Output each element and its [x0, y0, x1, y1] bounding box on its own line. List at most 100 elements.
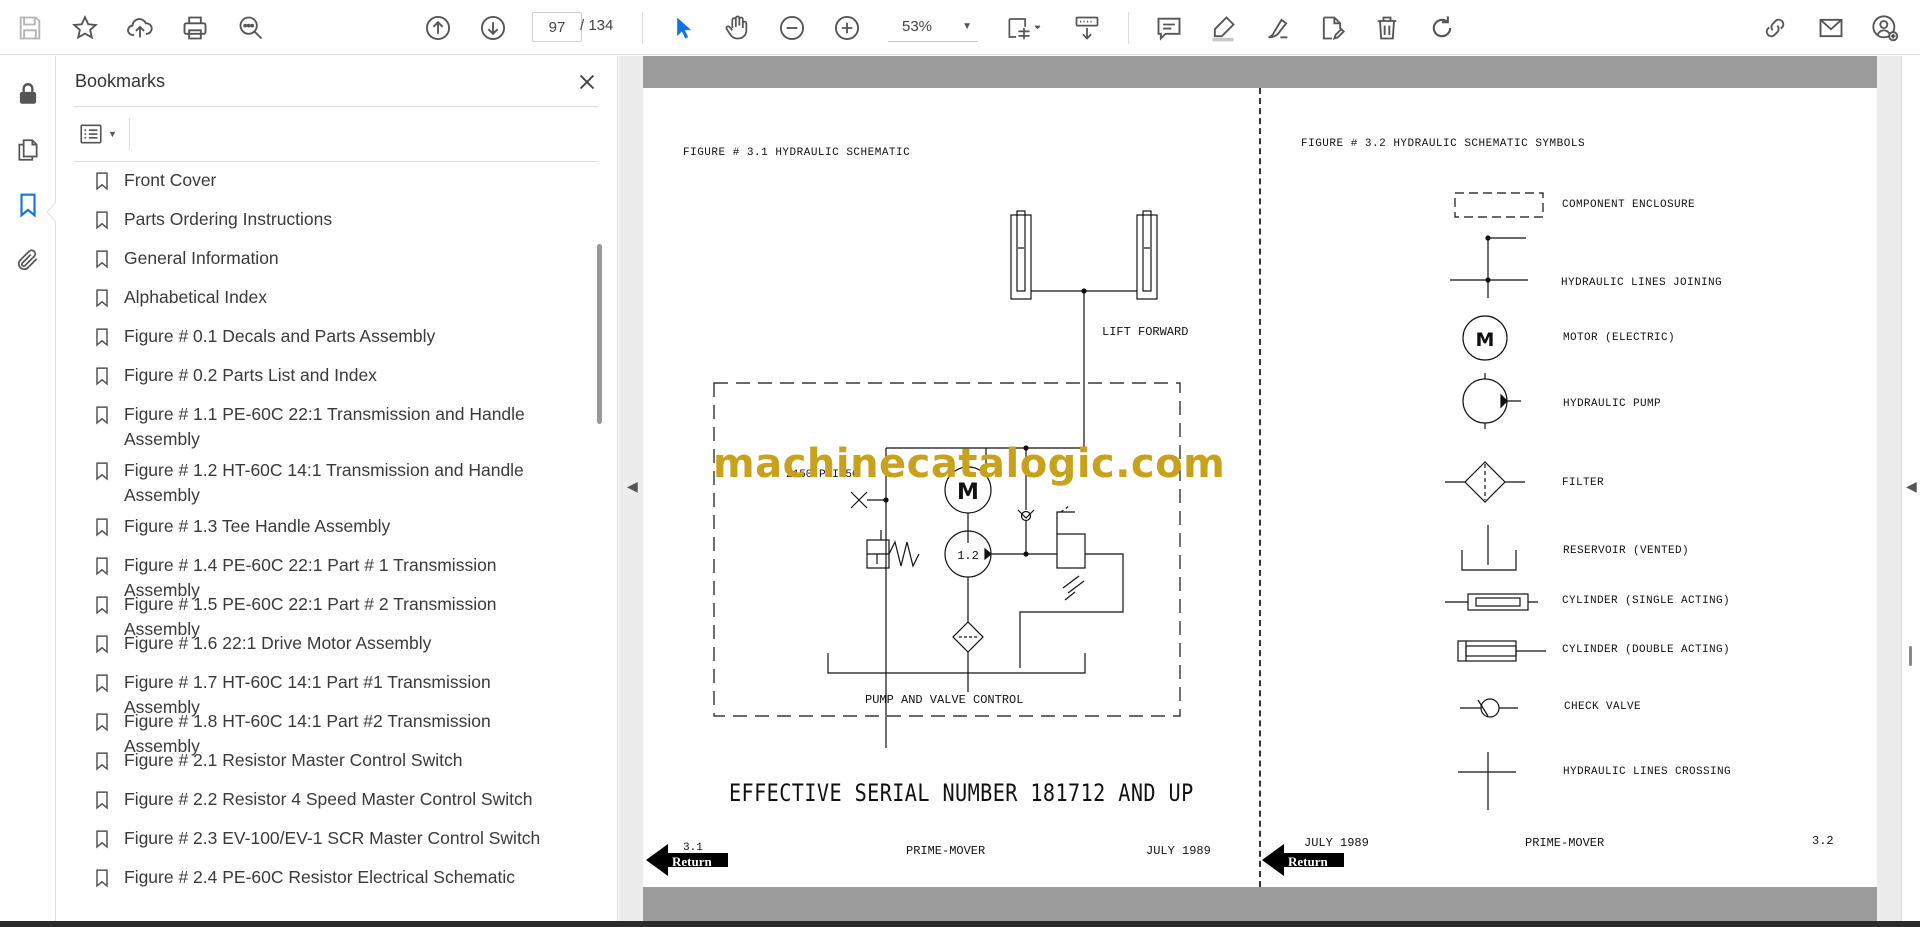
bookmark-item[interactable]: Figure # 2.4 PE-60C Resistor Electrical …	[86, 865, 556, 894]
attachment-icon[interactable]	[10, 242, 46, 278]
bookmark-options-button[interactable]: ▼	[74, 116, 124, 152]
close-icon[interactable]	[571, 66, 603, 98]
bookmark-icon	[86, 458, 124, 508]
collapse-left-panel-icon[interactable]: ◀	[627, 478, 638, 495]
divider	[129, 118, 130, 150]
previous-page-icon[interactable]	[419, 9, 457, 47]
bookmark-item[interactable]: General Information	[86, 246, 556, 275]
bookmark-label: Alphabetical Index	[124, 287, 268, 307]
symbol-label: HYDRAULIC LINES CROSSING	[1563, 766, 1732, 778]
bookmark-icon	[86, 748, 124, 777]
symbol-label: FILTER	[1562, 477, 1605, 489]
pump-label: 1.2	[957, 549, 979, 563]
bookmark-item[interactable]: Alphabetical Index	[86, 285, 556, 314]
divider	[74, 161, 598, 162]
select-tool-icon[interactable]	[664, 9, 702, 47]
bookmark-icon	[86, 363, 124, 392]
symbol-label: COMPONENT ENCLOSURE	[1562, 199, 1696, 211]
bookmark-item[interactable]: Figure # 0.1 Decals and Parts Assembly	[86, 324, 556, 353]
lock-icon[interactable]	[10, 76, 46, 112]
zoom-in-icon[interactable]	[828, 9, 866, 47]
scrollbar-thumb[interactable]	[597, 244, 602, 424]
bookmark-label: Figure # 2.1 Resistor Master Control Swi…	[124, 750, 463, 770]
scroll-mode-icon[interactable]	[1067, 9, 1107, 47]
comment-icon[interactable]	[1150, 9, 1188, 47]
bookmark-icon	[86, 514, 124, 543]
pump-valve-control-label: PUMP AND VALVE CONTROL	[865, 693, 1023, 707]
symbol-label: CYLINDER (DOUBLE ACTING)	[1562, 644, 1731, 656]
list-options-icon	[80, 124, 102, 144]
delete-trash-icon[interactable]	[1368, 9, 1406, 47]
bookmark-icon	[86, 285, 124, 314]
scrollbar[interactable]	[593, 191, 605, 911]
navigation-rail	[0, 56, 57, 927]
bookmarks-panel: Bookmarks ▼ Front Cover Parts Ordering In…	[56, 56, 618, 927]
bookmark-item[interactable]: Figure # 2.1 Resistor Master Control Swi…	[86, 748, 556, 777]
hydraulic-schematic-diagram: LIFT FORWARD 2150 PSI+50 M 1.2 PUMP AND …	[713, 210, 1188, 748]
page-divider	[1259, 88, 1261, 887]
lift-cylinder-left	[1010, 210, 1032, 300]
user-add-icon[interactable]	[1866, 9, 1904, 47]
highlight-icon[interactable]	[1204, 9, 1242, 47]
email-icon[interactable]	[1812, 9, 1850, 47]
share-link-icon[interactable]	[1756, 9, 1794, 47]
bookmark-icon	[86, 631, 124, 660]
bookmark-label: Figure # 2.3 EV-100/EV-1 SCR Master Cont…	[124, 828, 541, 848]
bookmark-icon	[86, 402, 124, 452]
upload-cloud-icon[interactable]	[121, 9, 159, 47]
draw-pen-icon[interactable]	[1259, 9, 1297, 47]
lift-cylinder-right	[1136, 210, 1158, 300]
bookmark-item[interactable]: Figure # 0.2 Parts List and Index	[86, 363, 556, 392]
bookmark-item[interactable]: Figure # 2.3 EV-100/EV-1 SCR Master Cont…	[86, 826, 556, 855]
figure-title: FIGURE # 3.2 HYDRAULIC SCHEMATIC SYMBOLS	[1301, 138, 1586, 150]
symbol-label: HYDRAULIC PUMP	[1563, 398, 1662, 410]
cylinder-double-symbol	[1457, 640, 1546, 662]
lines-crossing-symbol	[1458, 752, 1516, 810]
bookmark-item[interactable]: Parts Ordering Instructions	[86, 207, 556, 236]
next-page-icon[interactable]	[474, 9, 512, 47]
expand-right-panel-icon[interactable]: ◀	[1906, 478, 1917, 495]
scrollbar-thumb[interactable]	[1909, 646, 1912, 666]
symbol-label: HYDRAULIC LINES JOINING	[1561, 277, 1723, 289]
toolbar-divider	[1128, 12, 1129, 44]
edit-document-icon[interactable]	[1313, 9, 1351, 47]
footer-title: PRIME-MOVER	[1525, 836, 1605, 850]
zoom-out-icon[interactable]	[773, 9, 811, 47]
rotate-icon[interactable]	[1423, 9, 1461, 47]
hand-tool-icon[interactable]	[718, 9, 756, 47]
bookmark-label: Figure # 2.2 Resistor 4 Speed Master Con…	[124, 789, 533, 809]
bookmark-item[interactable]: Figure # 2.2 Resistor 4 Speed Master Con…	[86, 787, 556, 816]
active-panel-pointer	[46, 201, 57, 223]
cylinder-single-symbol	[1445, 593, 1538, 611]
reservoir-symbol	[1461, 525, 1517, 571]
enclosure-symbol	[1454, 192, 1544, 218]
bookmark-item[interactable]: Figure # 1.3 Tee Handle Assembly	[86, 514, 556, 543]
page-number-input[interactable]	[532, 12, 582, 42]
page-fit-icon[interactable]	[1000, 9, 1048, 47]
page-number-label: 3.2	[1812, 834, 1834, 848]
symbol-label: CHECK VALVE	[1564, 701, 1642, 713]
star-icon[interactable]	[66, 9, 104, 47]
pages-thumbnail-icon[interactable]	[10, 132, 46, 168]
bookmark-item[interactable]: Front Cover	[86, 168, 556, 197]
bookmark-item[interactable]: Figure # 1.2 HT-60C 14:1 Transmission an…	[86, 458, 556, 508]
watermark-text: machinecatalogic.com	[713, 441, 1226, 487]
symbol-label: CYLINDER (SINGLE ACTING)	[1562, 595, 1731, 607]
print-icon[interactable]	[176, 9, 214, 47]
bookmark-label: Figure # 1.1 PE-60C 22:1 Transmission an…	[124, 404, 525, 449]
toolbar-divider	[642, 12, 643, 44]
bookmark-label: Figure # 0.1 Decals and Parts Assembly	[124, 326, 436, 346]
bookmark-item[interactable]: Figure # 1.6 22:1 Drive Motor Assembly	[86, 631, 556, 660]
bookmark-panel-icon[interactable]	[10, 187, 46, 223]
symbol-label: RESERVOIR (VENTED)	[1563, 545, 1690, 557]
bookmark-icon	[86, 826, 124, 855]
find-zoom-icon[interactable]	[232, 9, 270, 47]
symbol-legend-graphics: M	[1445, 192, 1546, 810]
zoom-level-select[interactable]: 53% ▼	[888, 12, 978, 42]
pdf-viewer-window: / 134 53% ▼	[0, 0, 1920, 927]
save-icon[interactable]	[11, 9, 49, 47]
bookmark-icon	[86, 207, 124, 236]
bookmark-item[interactable]: Figure # 1.1 PE-60C 22:1 Transmission an…	[86, 402, 556, 452]
bookmark-icon	[86, 865, 124, 894]
chevron-down-icon: ▼	[962, 21, 972, 32]
